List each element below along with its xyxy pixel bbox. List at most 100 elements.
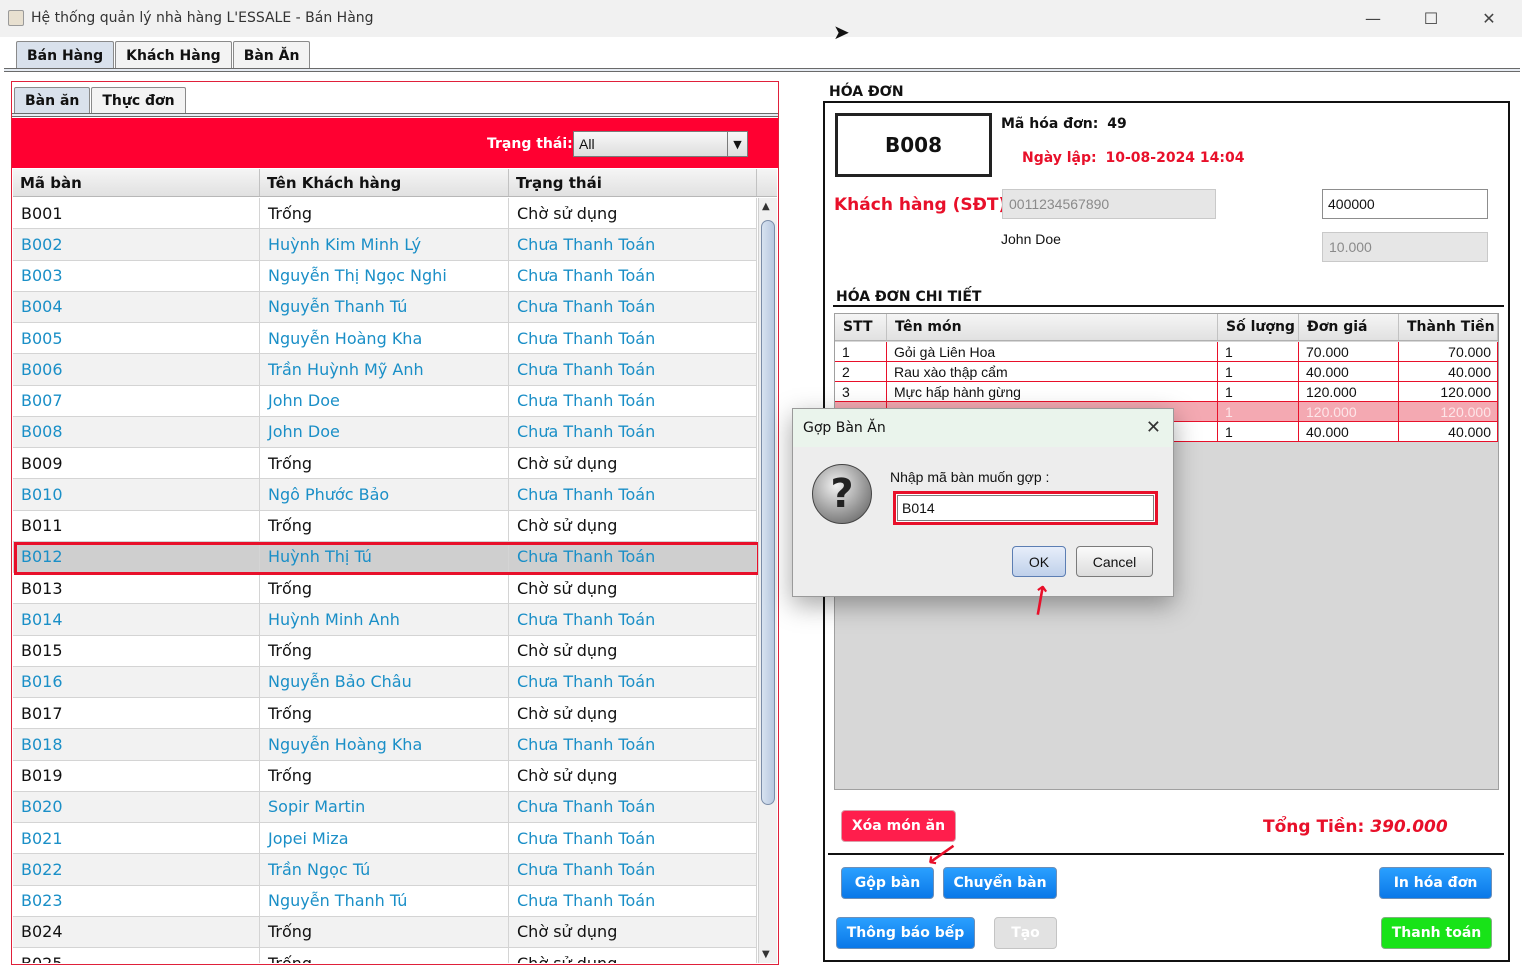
customer-name-cell: Jopei Miza (260, 823, 509, 854)
table-row[interactable]: B007 John Doe Chưa Thanh Toán (13, 385, 757, 417)
table-row[interactable]: B019 Trống Chờ sử dụng (13, 760, 757, 792)
table-row[interactable]: B015 Trống Chờ sử dụng (13, 635, 757, 667)
table-row[interactable]: B018 Nguyễn Hoàng Kha Chưa Thanh Toán (13, 729, 757, 761)
table-row[interactable]: B004 Nguyễn Thanh Tú Chưa Thanh Toán (13, 291, 757, 323)
invoice-date: Ngày lập: 10-08-2024 14:04 (1022, 150, 1245, 166)
table-row[interactable]: B024 Trống Chờ sử dụng (13, 916, 757, 948)
customer-name-cell: Nguyễn Hoàng Kha (260, 323, 509, 354)
table-id-cell: B007 (13, 385, 260, 416)
delete-item-button[interactable]: Xóa món ăn (841, 810, 956, 842)
cancel-button[interactable]: Cancel (1076, 546, 1153, 577)
column-header-unit-price[interactable]: Đơn giá (1299, 314, 1399, 340)
column-header-customer[interactable]: Tên Khách hàng (260, 169, 509, 196)
detail-row[interactable]: 3 Mực hấp hành gừng 1 120.000 120.000 (835, 382, 1498, 402)
tab-menu[interactable]: Thực đơn (91, 87, 186, 114)
table-row[interactable]: B022 Trần Ngọc Tú Chưa Thanh Toán (13, 854, 757, 886)
minimize-button[interactable]: — (1361, 6, 1385, 30)
ok-button[interactable]: OK (1012, 546, 1066, 577)
status-cell: Chưa Thanh Toán (509, 291, 757, 322)
table-row[interactable]: B010 Ngô Phước Bảo Chưa Thanh Toán (13, 479, 757, 511)
maximize-button[interactable]: ☐ (1419, 6, 1443, 30)
chevron-down-icon[interactable]: ▼ (727, 132, 747, 156)
tables-scrollbar[interactable]: ▲ ▼ (758, 198, 777, 963)
customer-phone-field[interactable]: 0011234567890 (1002, 189, 1216, 219)
tab-ban-an[interactable]: Bàn Ăn (232, 41, 311, 69)
column-header-item-name[interactable]: Tên món (887, 314, 1218, 340)
notify-kitchen-button[interactable]: Thông báo bếp (836, 917, 975, 949)
tab-divider (4, 68, 1520, 72)
table-row[interactable]: B023 Nguyễn Thanh Tú Chưa Thanh Toán (13, 885, 757, 917)
table-row[interactable]: B009 Trống Chờ sử dụng (13, 448, 757, 480)
quantity-cell: 1 (1218, 362, 1299, 381)
invoice-number-value: 49 (1107, 116, 1127, 132)
table-row[interactable]: B001 Trống Chờ sử dụng (13, 198, 757, 230)
table-row[interactable]: B005 Nguyễn Hoàng Kha Chưa Thanh Toán (13, 323, 757, 355)
table-row[interactable]: B011 Trống Chờ sử dụng (13, 510, 757, 542)
pay-button[interactable]: Thanh toán (1381, 917, 1492, 949)
merge-table-button[interactable]: Gộp bàn (841, 867, 934, 899)
customer-name-cell: Trống (260, 760, 509, 791)
column-header-quantity[interactable]: Số lượng (1218, 314, 1299, 340)
close-button[interactable]: ✕ (1477, 6, 1501, 30)
customer-name-cell: Trống (260, 916, 509, 947)
scrollbar-thumb[interactable] (761, 220, 775, 805)
table-row[interactable]: B002 Huỳnh Kim Minh Lý Chưa Thanh Toán (13, 229, 757, 261)
table-row[interactable]: B003 Nguyễn Thị Ngọc Nghi Chưa Thanh Toán (13, 260, 757, 292)
print-invoice-button[interactable]: In hóa đơn (1379, 867, 1492, 899)
table-row[interactable]: B021 Jopei Miza Chưa Thanh Toán (13, 823, 757, 855)
status-cell: Chưa Thanh Toán (509, 791, 757, 822)
scroll-down-icon[interactable]: ▼ (762, 949, 770, 960)
stt-cell: 1 (835, 342, 887, 361)
invoice-date-label: Ngày lập: (1022, 150, 1097, 166)
unit-price-cell: 40.000 (1299, 362, 1399, 381)
merge-table-input[interactable]: B014 (897, 495, 1154, 521)
status-cell: Chờ sử dụng (509, 448, 757, 479)
status-filter-dropdown[interactable]: All ▼ (573, 131, 748, 157)
table-row[interactable]: B025TrốngChờ sử dụng (13, 948, 757, 963)
status-cell: Chưa Thanh Toán (509, 479, 757, 510)
status-cell: Chờ sử dụng (509, 698, 757, 729)
cash-received-field[interactable]: 400000 (1322, 189, 1488, 219)
table-row[interactable]: B014 Huỳnh Minh Anh Chưa Thanh Toán (13, 604, 757, 636)
table-id-cell: B020 (13, 791, 260, 822)
table-id-cell: B014 (13, 604, 260, 635)
table-id-cell: B016 (13, 666, 260, 697)
table-id-cell: B022 (13, 854, 260, 885)
create-button[interactable]: Tạo (994, 917, 1057, 949)
tab-ban-hang[interactable]: Bán Hàng (16, 41, 115, 69)
customer-name-cell: Trống (260, 510, 509, 541)
column-header-status[interactable]: Trạng thái (509, 169, 757, 196)
table-id-cell: B019 (13, 760, 260, 791)
line-total-cell: 40.000 (1399, 362, 1498, 381)
table-row[interactable]: B013 Trống Chờ sử dụng (13, 573, 757, 605)
quantity-cell: 1 (1218, 382, 1299, 401)
dialog-close-icon[interactable]: ✕ (1146, 417, 1161, 438)
status-cell: Chờ sử dụng (509, 760, 757, 791)
customer-name-cell: Trống (260, 448, 509, 479)
total-value: 390.000 (1370, 817, 1448, 837)
table-id-cell: B001 (13, 198, 260, 229)
move-table-button[interactable]: Chuyển bàn (943, 867, 1057, 899)
tab-khach-hang[interactable]: Khách Hàng (115, 41, 232, 69)
table-row[interactable]: B008 John Doe Chưa Thanh Toán (13, 416, 757, 448)
column-header-line-total[interactable]: Thành Tiền (1399, 314, 1498, 340)
scroll-up-icon[interactable]: ▲ (762, 201, 770, 212)
table-row[interactable]: B016 Nguyễn Bảo Châu Chưa Thanh Toán (13, 666, 757, 698)
column-header-table-id[interactable]: Mã bàn (13, 169, 260, 196)
status-cell: Chưa Thanh Toán (509, 260, 757, 291)
customer-name-cell: Sopir Martin (260, 791, 509, 822)
column-header-stt[interactable]: STT (835, 314, 887, 340)
detail-row[interactable]: 2 Rau xào thập cẩm 1 40.000 40.000 (835, 362, 1498, 382)
table-id-cell: B015 (13, 635, 260, 666)
table-id-cell: B023 (13, 885, 260, 916)
table-row[interactable]: B006 Trần Huỳnh Mỹ Anh Chưa Thanh Toán (13, 354, 757, 386)
table-row[interactable]: B012 Huỳnh Thị Tú Chưa Thanh Toán (13, 541, 757, 573)
tables-list: B001 Trống Chờ sử dụng B002 Huỳnh Kim Minh L… (13, 198, 757, 963)
tab-tables[interactable]: Bàn ăn (14, 87, 91, 114)
window-title: Hệ thống quản lý nhà hàng L'ESSALE - Bán… (31, 10, 374, 26)
detail-row[interactable]: 1 Gỏi gà Liên Hoa 1 70.000 70.000 (835, 342, 1498, 362)
table-row[interactable]: B020 Sopir Martin Chưa Thanh Toán (13, 791, 757, 823)
mouse-cursor-icon: ➤ (833, 20, 850, 44)
change-field[interactable]: 10.000 (1322, 232, 1488, 262)
table-row[interactable]: B017 Trống Chờ sử dụng (13, 698, 757, 730)
